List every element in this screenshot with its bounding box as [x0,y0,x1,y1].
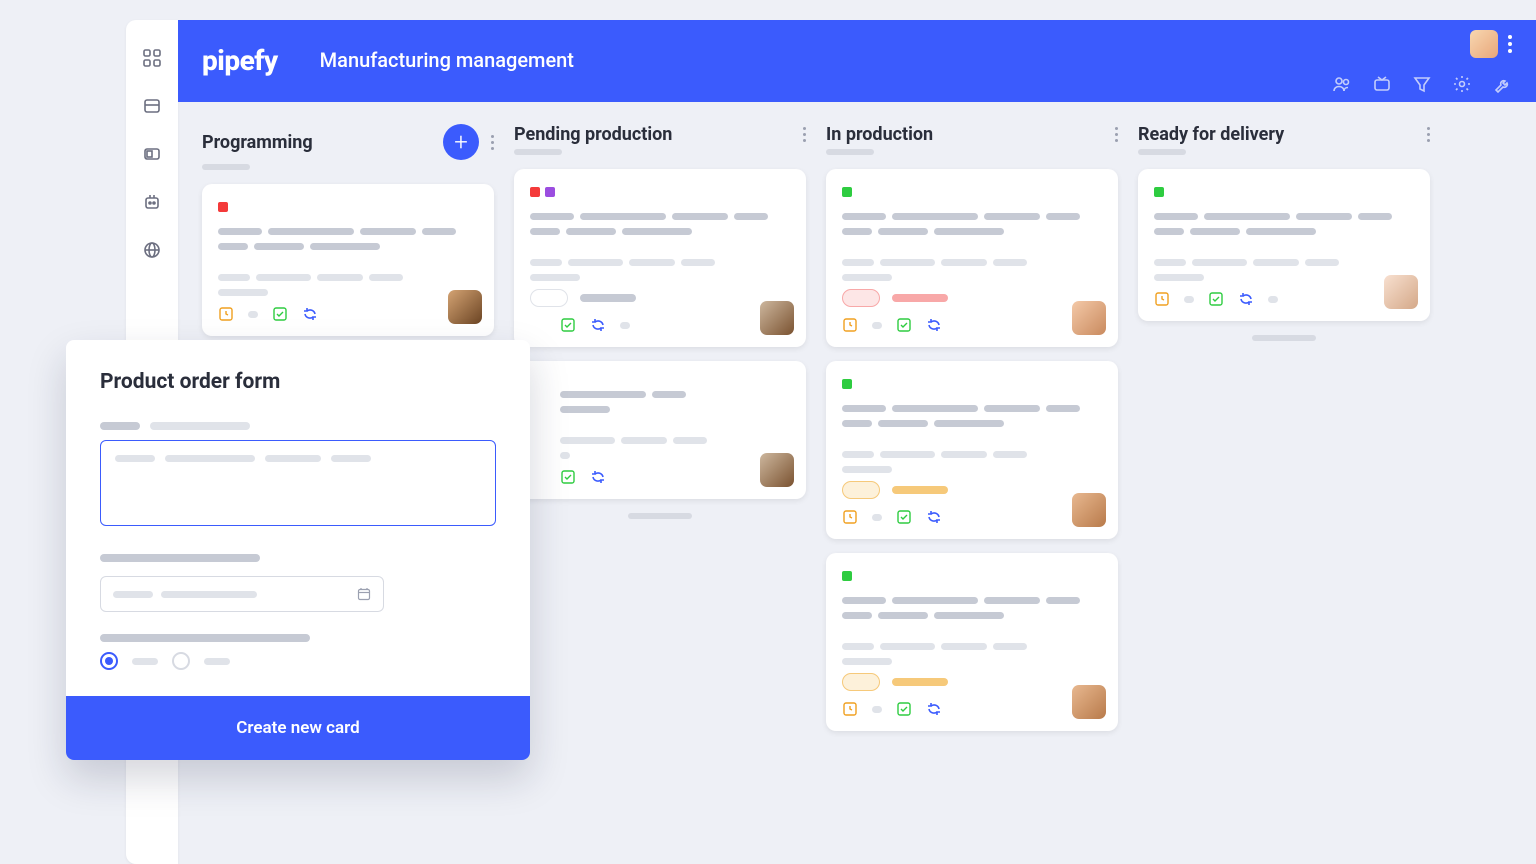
column-title: Ready for delivery [1138,124,1284,145]
board-title: Manufacturing management [320,48,574,72]
settings-icon[interactable] [1452,74,1472,94]
sync-icon [302,306,318,322]
load-more-hint [628,513,692,519]
assignee-avatar[interactable] [760,453,794,487]
status-bar [892,678,948,686]
clock-icon [842,701,858,717]
kanban-card[interactable] [826,361,1118,539]
tag-red [218,202,228,212]
tools-icon[interactable] [1492,74,1512,94]
tag-purple [545,187,555,197]
check-icon [272,306,288,322]
tag-green [842,187,852,197]
column-title: Pending production [514,124,672,145]
current-user-avatar[interactable] [1470,30,1498,58]
assignee-avatar[interactable] [1072,301,1106,335]
clock-icon [218,306,234,322]
column-in-production: In production [826,124,1118,842]
check-icon [896,509,912,525]
create-card-form: Product order form Create new card [66,340,530,760]
load-more-hint [1252,335,1316,341]
app-logo: pipefy [202,44,278,77]
form-title: Product order form [100,370,496,394]
column-menu-icon[interactable] [491,135,494,150]
sync-icon [926,317,942,333]
assignee-avatar[interactable] [1072,685,1106,719]
list-view-icon[interactable] [142,96,162,116]
status-pill [842,481,880,499]
column-menu-icon[interactable] [1427,127,1430,142]
kanban-card[interactable] [1138,169,1430,321]
add-card-button[interactable]: + [443,124,479,160]
sync-icon [926,509,942,525]
assignee-avatar[interactable] [1072,493,1106,527]
check-icon [560,317,576,333]
clock-icon [842,509,858,525]
automation-icon[interactable] [142,192,162,212]
assignee-avatar[interactable] [1384,275,1418,309]
kanban-card[interactable] [202,184,494,336]
sync-icon [590,469,606,485]
kanban-card[interactable] [826,553,1118,731]
clock-icon [1154,291,1170,307]
form-field-label [100,422,496,430]
tag-green [1154,187,1164,197]
status-pill [530,289,568,307]
kanban-card[interactable] [826,169,1118,347]
sync-icon [1238,291,1254,307]
column-title: In production [826,124,933,145]
radio-option-2[interactable] [172,652,190,670]
form-field-label [100,634,496,642]
check-icon [560,469,576,485]
date-input[interactable] [100,576,384,612]
dashboard-icon[interactable] [142,48,162,68]
create-card-button[interactable]: Create new card [66,696,530,760]
column-title: Programming [202,132,313,153]
description-textarea[interactable] [100,440,496,526]
status-bar [892,486,948,494]
globe-icon[interactable] [142,240,162,260]
status-bar [892,294,948,302]
sync-icon [926,701,942,717]
header-menu-icon[interactable] [1508,35,1512,53]
kanban-card[interactable] [514,169,806,347]
tag-green [842,379,852,389]
filter-icon[interactable] [1412,74,1432,94]
column-pending-production: Pending production [514,124,806,842]
assignee-avatar[interactable] [448,290,482,324]
clock-icon [842,317,858,333]
assignee-avatar[interactable] [760,301,794,335]
members-icon[interactable] [1332,74,1352,94]
status-pill [842,673,880,691]
tag-green [842,571,852,581]
check-icon [896,317,912,333]
header: pipefy Manufacturing management [178,20,1536,102]
radio-option-1[interactable] [100,652,118,670]
inbox-icon[interactable] [1372,74,1392,94]
check-icon [1208,291,1224,307]
column-ready-for-delivery: Ready for delivery [1138,124,1430,842]
calendar-icon [357,587,371,601]
status-pill [842,289,880,307]
column-menu-icon[interactable] [1115,127,1118,142]
card-view-icon[interactable] [142,144,162,164]
sync-icon [590,317,606,333]
kanban-card[interactable] [514,361,806,499]
check-icon [896,701,912,717]
status-bar [580,294,636,302]
tag-red [530,187,540,197]
form-field-label [100,554,496,562]
column-menu-icon[interactable] [803,127,806,142]
